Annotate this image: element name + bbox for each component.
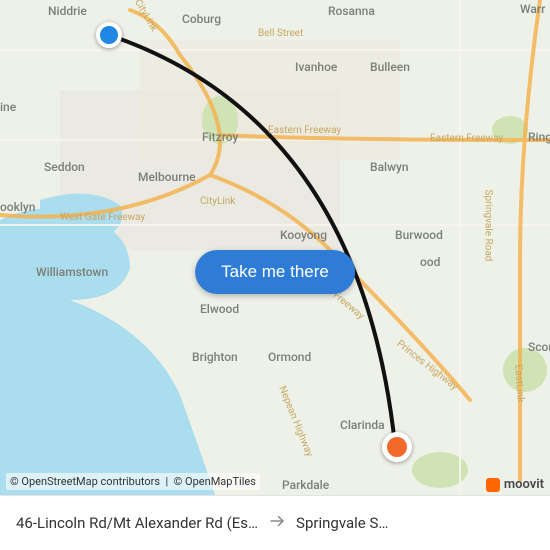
origin-pin[interactable] [96, 22, 122, 48]
take-me-there-button[interactable]: Take me there [195, 250, 355, 294]
moovit-wordmark: moovit [504, 477, 544, 492]
route-from-label[interactable]: 46-Lincoln Rd/Mt Alexander Rd (Es… [16, 514, 258, 532]
map-canvas[interactable] [0, 0, 550, 495]
route-footer: 46-Lincoln Rd/Mt Alexander Rd (Es… Sprin… [0, 495, 550, 550]
destination-pin[interactable] [382, 432, 412, 462]
map-attribution[interactable]: © OpenStreetMap contributors | © OpenMap… [6, 473, 260, 490]
route-to-label[interactable]: Springvale S… [296, 514, 388, 532]
osm-credit[interactable]: © OpenStreetMap contributors [10, 475, 160, 488]
map-container: Niddrie Coburg Rosanna Bell Street Ivanh… [0, 0, 550, 550]
arrow-right-icon [268, 512, 286, 534]
tiles-credit[interactable]: © OpenMapTiles [174, 475, 256, 488]
moovit-logo-icon [486, 478, 500, 492]
moovit-badge[interactable]: moovit [486, 477, 544, 492]
